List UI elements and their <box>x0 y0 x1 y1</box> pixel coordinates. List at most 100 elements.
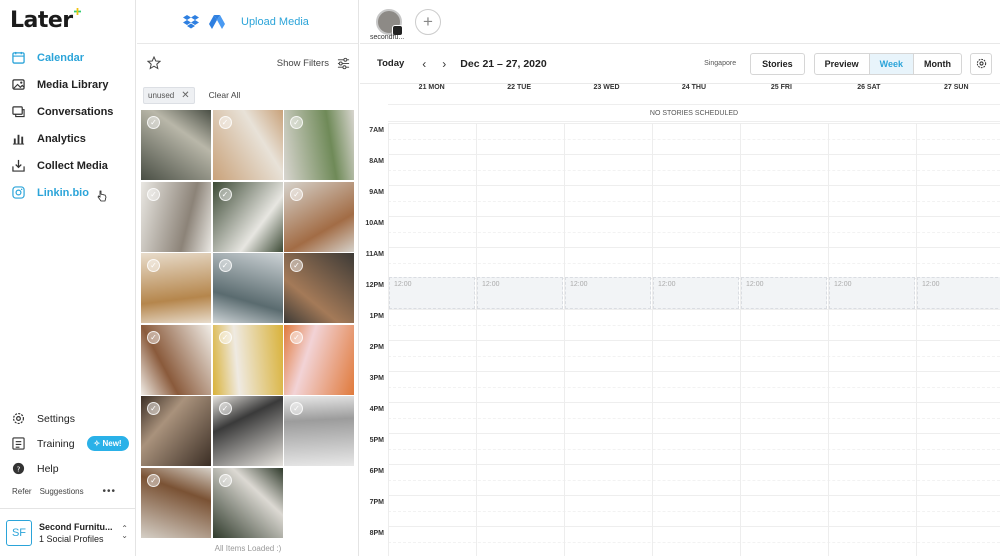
media-thumbnail[interactable]: ✓ <box>212 181 283 252</box>
chevron-updown-icon: ⌃ ⌄ <box>121 524 128 540</box>
stories-button[interactable]: Stories <box>750 52 805 75</box>
media-thumbnail[interactable]: ✓ <box>141 396 211 466</box>
clear-all-button[interactable]: Clear All <box>209 90 241 100</box>
sidebar-item-linkin-bio[interactable]: Linkin.bio <box>0 179 136 206</box>
filter-tag: unused ✕ <box>143 86 195 104</box>
link-icon <box>11 186 25 200</box>
check-icon[interactable]: ✓ <box>147 402 160 415</box>
check-icon[interactable]: ✓ <box>218 330 232 344</box>
hour-line <box>388 185 1000 186</box>
timezone-label[interactable]: Singapore <box>704 60 736 67</box>
close-icon[interactable]: ✕ <box>181 90 189 101</box>
time-slot[interactable]: 12:00 <box>565 277 651 309</box>
media-thumbnail[interactable]: ✓ <box>284 396 354 466</box>
media-thumbnail[interactable]: ✓ <box>284 181 354 252</box>
show-filters-button[interactable]: Show Filters <box>277 58 329 69</box>
check-icon[interactable]: ✓ <box>290 330 303 344</box>
new-badge-label: New! <box>102 439 122 448</box>
sidebar-item-collect-media[interactable]: Collect Media <box>0 152 136 179</box>
media-thumbnail[interactable]: ✓ <box>141 253 211 323</box>
hour-label: 9AM <box>369 189 384 196</box>
download-icon <box>11 159 25 173</box>
day-header: 24 THU <box>681 84 707 91</box>
image-icon <box>11 78 25 92</box>
check-icon[interactable]: ✓ <box>147 473 160 487</box>
hour-label: 5PM <box>369 437 384 444</box>
check-icon[interactable]: ✓ <box>218 473 232 487</box>
time-slot[interactable]: 12:00 <box>389 277 475 309</box>
sidebar-item-training[interactable]: Training ✧ New! <box>0 431 136 456</box>
check-icon[interactable]: ✓ <box>290 116 303 129</box>
check-icon[interactable]: ✓ <box>218 187 232 201</box>
sliders-icon[interactable] <box>337 57 350 70</box>
sidebar-item-settings[interactable]: Settings <box>0 406 136 431</box>
check-icon[interactable]: ✓ <box>218 116 232 129</box>
check-icon[interactable]: ✓ <box>290 402 303 415</box>
chevron-left-icon[interactable]: ‹ <box>422 57 426 71</box>
media-thumbnail[interactable]: ✓ <box>212 396 283 466</box>
upload-media-button[interactable]: Upload Media <box>241 16 309 28</box>
check-icon[interactable]: ✓ <box>147 187 160 201</box>
media-thumbnail[interactable]: ✓ <box>141 181 211 252</box>
dropbox-icon[interactable] <box>183 14 199 29</box>
time-slot[interactable]: 12:00 <box>477 277 563 309</box>
bar-chart-icon <box>11 132 25 146</box>
hour-line <box>388 402 1000 403</box>
profiles-bar: + secondfu... <box>360 0 1000 44</box>
chevron-right-icon[interactable]: › <box>442 57 446 71</box>
sidebar-item-help[interactable]: ? Help <box>0 456 136 481</box>
refer-link[interactable]: Refer <box>12 487 32 496</box>
check-icon[interactable]: ✓ <box>147 330 160 344</box>
later-logo[interactable]: Later <box>10 8 81 33</box>
check-icon[interactable]: ✓ <box>290 187 303 201</box>
check-icon[interactable]: ✓ <box>147 116 160 129</box>
sidebar-item-analytics[interactable]: Analytics <box>0 125 136 152</box>
sidebar-item-media-library[interactable]: Media Library <box>0 71 136 98</box>
more-menu-icon[interactable]: ••• <box>102 486 116 497</box>
media-thumbnail[interactable]: ✓ <box>284 324 354 395</box>
check-icon[interactable]: ✓ <box>218 259 232 272</box>
today-button[interactable]: Today <box>377 58 404 69</box>
day-header: 21 MON <box>418 84 445 91</box>
half-hour-line <box>388 262 1000 264</box>
star-icon[interactable] <box>147 56 161 70</box>
profile-avatar[interactable] <box>376 8 403 36</box>
media-thumbnail[interactable]: ✓ <box>141 110 211 180</box>
check-icon[interactable]: ✓ <box>147 259 160 272</box>
sidebar-item-label: Settings <box>37 412 75 425</box>
hour-line <box>388 123 1000 124</box>
svg-text:?: ? <box>16 464 20 473</box>
sidebar-item-label: Conversations <box>37 105 114 118</box>
media-thumbnail[interactable]: ✓ <box>212 467 283 538</box>
profile-switcher[interactable]: SF Second Furnitu... 1 Social Profiles ⌃… <box>0 508 136 556</box>
media-thumbnail[interactable]: ✓ <box>141 324 211 395</box>
day-headers: 21 MON 22 TUE 23 WED 24 THU 25 FRI 26 SAT 27 S… <box>388 84 1000 100</box>
add-profile-button[interactable]: + <box>415 8 441 35</box>
google-drive-icon[interactable] <box>209 14 225 29</box>
hour-line <box>388 526 1000 527</box>
week-view-button[interactable]: Week <box>869 53 914 74</box>
sidebar-item-conversations[interactable]: Conversations <box>0 98 136 125</box>
time-slot[interactable]: 12:00 <box>653 277 739 309</box>
sidebar-item-label: Help <box>37 462 59 475</box>
month-view-button[interactable]: Month <box>914 54 961 74</box>
media-thumbnail[interactable]: ✓ <box>212 110 283 180</box>
check-icon[interactable]: ✓ <box>290 259 303 272</box>
sidebar-item-calendar[interactable]: Calendar <box>0 44 136 71</box>
sidebar-item-label: Calendar <box>37 51 85 64</box>
calendar-settings-button[interactable] <box>970 52 992 75</box>
half-hour-line <box>388 510 1000 512</box>
time-slot[interactable]: 12:00 <box>741 277 827 309</box>
check-icon[interactable]: ✓ <box>218 402 232 415</box>
half-hour-line <box>388 479 1000 481</box>
time-slot[interactable]: 12:00 <box>829 277 915 309</box>
media-thumbnail[interactable]: ✓ <box>212 253 283 323</box>
half-hour-line <box>388 386 1000 388</box>
media-thumbnail[interactable]: ✓ <box>284 253 354 323</box>
time-slot[interactable]: 12:00 <box>917 277 1000 309</box>
media-thumbnail[interactable]: ✓ <box>212 324 283 395</box>
media-thumbnail[interactable]: ✓ <box>141 467 211 538</box>
suggestions-link[interactable]: Suggestions <box>40 487 84 496</box>
media-thumbnail[interactable]: ✓ <box>284 110 354 180</box>
preview-view-button[interactable]: Preview <box>815 53 870 74</box>
